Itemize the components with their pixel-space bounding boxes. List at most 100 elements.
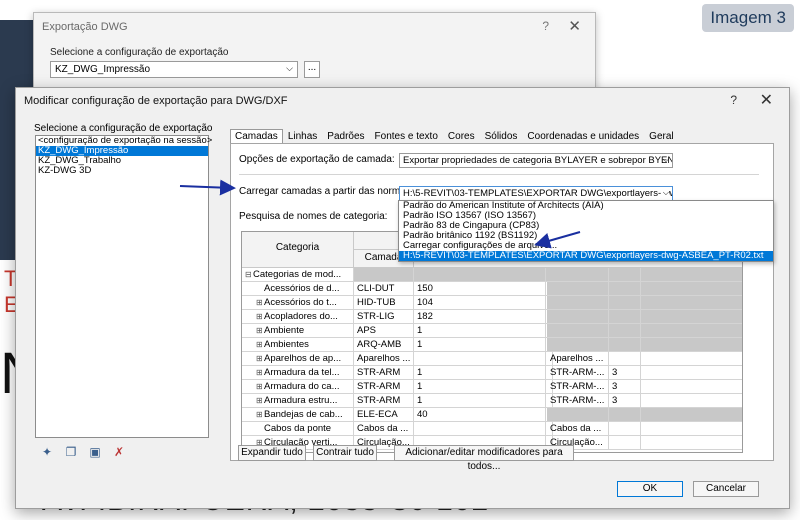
color-cell[interactable]: 182 [414, 310, 546, 324]
delete-config-icon[interactable]: ✗ [112, 445, 126, 459]
mod-color-cell[interactable] [609, 268, 641, 282]
tab-padroes[interactable]: Padrões [322, 129, 369, 143]
color-cell[interactable]: 1 [414, 380, 546, 394]
empty-cell[interactable] [641, 310, 742, 324]
empty-cell[interactable] [641, 324, 742, 338]
cancel-button[interactable]: Cancelar [693, 481, 759, 497]
mod-cell[interactable] [547, 310, 609, 324]
new-config-icon[interactable]: ✦ [40, 445, 54, 459]
close-icon[interactable]: ✕ [568, 17, 581, 35]
tab-cores[interactable]: Cores [443, 129, 480, 143]
color-cell[interactable]: 1 [414, 338, 546, 352]
mod-color-cell[interactable] [609, 310, 641, 324]
dropdown-option-selected[interactable]: H:\5-REVIT\03-TEMPLATES\EXPORTAR DWG\exp… [399, 251, 773, 261]
rename-config-icon[interactable]: ▣ [88, 445, 102, 459]
empty-cell[interactable] [641, 380, 742, 394]
table-row[interactable]: ⊟Categorias de mod... [242, 268, 742, 282]
mod-color-cell[interactable] [609, 324, 641, 338]
expand-icon[interactable]: ⊞ [256, 310, 264, 323]
mod-color-cell[interactable] [609, 296, 641, 310]
mod-color-cell[interactable] [609, 352, 641, 366]
expand-icon[interactable]: ⊞ [256, 394, 264, 407]
tab-geral[interactable]: Geral [644, 129, 678, 143]
expand-all-button[interactable]: Expandir tudo [238, 445, 306, 461]
close-icon[interactable]: ✕ [760, 90, 773, 110]
mod-cell[interactable] [547, 282, 609, 296]
table-row[interactable]: ⊞Aparelhos de ap... Aparelhos ... Aparelho… [242, 352, 742, 366]
ok-button[interactable]: OK [617, 481, 683, 497]
mod-color-cell[interactable] [609, 436, 641, 450]
config-list-item[interactable]: KZ-DWG 3D [36, 166, 208, 176]
dropdown-option[interactable]: Padrão 83 de Cingapura (CP83) [399, 221, 773, 231]
mod-cell[interactable]: STR-ARM-... [547, 366, 609, 380]
table-row[interactable]: ⊞Armadura da tel... STR-ARM 1 STR-ARM-... 3 [242, 366, 742, 380]
export-config-select[interactable]: KZ_DWG_Impressão ⌵ [50, 61, 298, 78]
expand-icon[interactable]: ⊞ [256, 296, 264, 309]
empty-cell[interactable] [641, 366, 742, 380]
help-button[interactable]: ? [542, 19, 549, 33]
color-cell[interactable]: 104 [414, 296, 546, 310]
expand-icon[interactable]: ⊞ [256, 324, 264, 337]
empty-cell[interactable] [641, 352, 742, 366]
table-row[interactable]: ⊞Armadura do ca... STR-ARM 1 STR-ARM-... 3 [242, 380, 742, 394]
mod-cell[interactable] [547, 338, 609, 352]
tab-solidos[interactable]: Sólidos [480, 129, 523, 143]
table-row[interactable]: ⊞Bandejas de cab... ELE-ECA 40 [242, 408, 742, 422]
table-row[interactable]: ⊞Armadura estru... STR-ARM 1 STR-ARM-... 3 [242, 394, 742, 408]
layer-cell[interactable]: Cabos da ... [354, 422, 414, 436]
color-cell[interactable]: 1 [414, 366, 546, 380]
table-row[interactable]: Acessórios de d... CLI-DUT 150 [242, 282, 742, 296]
expand-icon[interactable]: ⊞ [256, 338, 264, 351]
load-layers-select[interactable]: H:\5-REVIT\03-TEMPLATES\EXPORTAR DWG\exp… [399, 186, 673, 201]
color-cell[interactable]: 40 [414, 408, 546, 422]
layer-options-select[interactable]: Exportar propriedades de categoria BYLAY… [399, 153, 673, 168]
color-cell[interactable] [414, 352, 546, 366]
mod-color-cell[interactable]: 3 [609, 366, 641, 380]
mod-cell[interactable]: Aparelhos ... [547, 352, 609, 366]
tab-fontes-e-texto[interactable]: Fontes e texto [370, 129, 443, 143]
empty-cell[interactable] [641, 296, 742, 310]
layer-cell[interactable]: STR-ARM [354, 394, 414, 408]
dropdown-option-load-file[interactable]: Carregar configurações de arquivo... [399, 241, 773, 251]
collapse-icon[interactable]: ⊟ [245, 268, 253, 281]
mod-color-cell[interactable] [609, 408, 641, 422]
layer-cell[interactable]: Aparelhos ... [354, 352, 414, 366]
empty-cell[interactable] [641, 422, 742, 436]
mod-cell[interactable] [547, 296, 609, 310]
expand-icon[interactable]: ⊞ [256, 366, 264, 379]
layer-cell[interactable]: STR-ARM [354, 380, 414, 394]
layer-table[interactable]: Categoria Camada ⊟Categorias de mod... Ac… [241, 231, 743, 453]
layer-cell[interactable]: CLI-DUT [354, 282, 414, 296]
layer-cell[interactable]: STR-LIG [354, 310, 414, 324]
mod-color-cell[interactable]: 3 [609, 380, 641, 394]
tab-linhas[interactable]: Linhas [283, 129, 322, 143]
table-row[interactable]: ⊞Ambientes ARQ-AMB 1 [242, 338, 742, 352]
empty-cell[interactable] [641, 268, 742, 282]
mod-cell[interactable]: Cabos da ... [547, 422, 609, 436]
edit-modifiers-button[interactable]: Adicionar/editar modificadores para todo… [394, 445, 574, 472]
dropdown-option[interactable]: Padrão ISO 13567 (ISO 13567) [399, 211, 773, 221]
empty-cell[interactable] [641, 436, 742, 450]
dropdown-option[interactable]: Padrão do American Institute of Architec… [399, 201, 773, 211]
tab-camadas[interactable]: Camadas [230, 129, 283, 143]
mod-color-cell[interactable] [609, 338, 641, 352]
color-cell[interactable] [414, 268, 546, 282]
config-list[interactable]: <configuração de exportação na sessão> K… [35, 135, 212, 438]
layer-cell[interactable]: APS [354, 324, 414, 338]
table-row[interactable]: Cabos da ponte Cabos da ... Cabos da ... [242, 422, 742, 436]
table-row[interactable]: ⊞Ambiente APS 1 [242, 324, 742, 338]
layer-cell[interactable]: ARQ-AMB [354, 338, 414, 352]
layer-cell[interactable]: ELE-ECA [354, 408, 414, 422]
color-cell[interactable]: 150 [414, 282, 546, 296]
color-cell[interactable]: 1 [414, 394, 546, 408]
expand-icon[interactable]: ⊞ [256, 352, 264, 365]
expand-icon[interactable]: ⊞ [256, 408, 264, 421]
empty-cell[interactable] [641, 408, 742, 422]
collapse-all-button[interactable]: Contrair tudo [313, 445, 377, 461]
empty-cell[interactable] [641, 394, 742, 408]
color-cell[interactable]: 1 [414, 324, 546, 338]
mod-color-cell[interactable]: 3 [609, 394, 641, 408]
help-button[interactable]: ? [730, 93, 737, 107]
color-cell[interactable] [414, 422, 546, 436]
layer-cell[interactable]: STR-ARM [354, 366, 414, 380]
